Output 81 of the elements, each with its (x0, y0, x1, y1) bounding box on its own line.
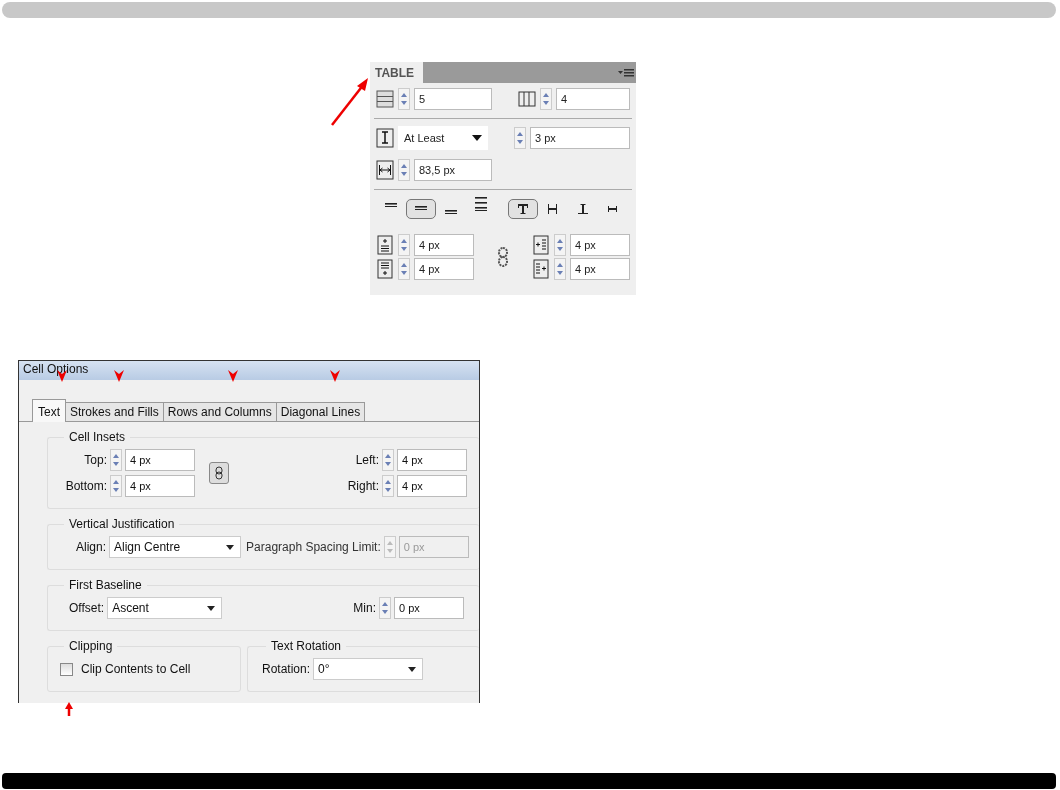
link-icon[interactable] (496, 247, 510, 267)
align-dropdown[interactable]: Align Centre (109, 536, 242, 558)
annotation-arrow (228, 370, 238, 382)
align-icon (385, 202, 397, 208)
spin-button[interactable] (514, 127, 526, 149)
spin-button[interactable] (554, 234, 566, 256)
number-field[interactable]: 3 px (530, 127, 630, 149)
columns-icon (518, 89, 536, 109)
group-title: Clipping (68, 639, 114, 653)
row-height-icon (376, 128, 394, 148)
number-field[interactable]: 4 px (414, 234, 474, 256)
caret-icon (408, 666, 417, 672)
spin-button[interactable] (540, 88, 552, 110)
offset-dropdown[interactable]: Ascent (107, 597, 223, 619)
right-inset-icon (532, 259, 550, 279)
spin-button[interactable] (382, 449, 394, 471)
spin-button[interactable] (398, 234, 410, 256)
left-inset-icon (532, 235, 550, 255)
align-icon (475, 196, 487, 212)
spin-button[interactable] (398, 159, 410, 181)
align-icon (445, 209, 457, 215)
top-inset-icon (376, 235, 394, 255)
rows-icon (376, 89, 394, 109)
panel-tab[interactable]: TABLE (370, 62, 423, 83)
field-label: Align: (76, 540, 107, 554)
spin-button[interactable] (382, 475, 394, 497)
align-icon (415, 205, 427, 211)
spin-button[interactable] (398, 258, 410, 280)
tab[interactable]: Strokes and Fills (65, 402, 164, 421)
group-title: Vertical Justification (68, 517, 176, 531)
rotation-dropdown[interactable]: 0° (313, 658, 424, 680)
field-label: Left: (355, 453, 379, 467)
number-field[interactable]: 4 px (397, 449, 467, 471)
dialog-title: Cell Options (19, 361, 479, 380)
spin-button[interactable] (554, 258, 566, 280)
menu-icon[interactable] (618, 67, 634, 78)
number-field[interactable]: 4 px (125, 475, 195, 497)
annotation-arrow (114, 370, 124, 382)
field-label: Right: (347, 479, 379, 493)
link-button[interactable] (209, 462, 229, 484)
tab[interactable]: Diagonal Lines (275, 402, 366, 421)
group-title: First Baseline (68, 578, 143, 592)
vertical-align-button[interactable] (406, 199, 436, 219)
spin-button[interactable] (398, 88, 410, 110)
number-field[interactable]: 83,5 px (414, 159, 492, 181)
spin-button[interactable] (110, 475, 122, 497)
number-field[interactable]: 4 px (570, 258, 630, 280)
checkbox[interactable] (60, 662, 73, 676)
group-title: Text Rotation (270, 639, 343, 653)
number-field[interactable]: 5 (414, 88, 492, 110)
link-icon (215, 466, 223, 480)
caret-icon (226, 544, 235, 550)
spin-button[interactable] (110, 449, 122, 471)
field-label: Offset: (69, 601, 105, 615)
rotation-icon (575, 201, 591, 217)
annotation-arrow (330, 370, 340, 382)
tab[interactable]: Text (32, 399, 66, 422)
field-label: Min: (353, 601, 376, 615)
bottom-inset-icon (376, 259, 394, 279)
annotation-arrow (65, 702, 73, 716)
number-field[interactable]: 4 (556, 88, 630, 110)
rotation-icon (515, 201, 531, 217)
spin-button[interactable] (379, 597, 391, 619)
row-height-dropdown[interactable]: At Least (398, 126, 488, 150)
field-label: Top: (84, 453, 107, 467)
caret-icon (472, 135, 482, 141)
tab[interactable]: Rows and Columns (162, 402, 277, 421)
number-field[interactable]: 4 px (397, 475, 467, 497)
text-rotation-button[interactable] (508, 199, 538, 219)
checkbox-label: Clip Contents to Cell (81, 662, 191, 676)
number-field[interactable]: 4 px (570, 234, 630, 256)
caret-icon (207, 605, 216, 611)
annotation-arrow (331, 78, 368, 126)
column-width-icon (376, 160, 394, 180)
number-field[interactable]: 4 px (414, 258, 474, 280)
group-title: Cell Insets (68, 430, 127, 444)
number-field[interactable]: 4 px (125, 449, 195, 471)
field-label: Bottom: (65, 479, 107, 493)
number-field[interactable]: 0 px (394, 597, 464, 619)
field-label: Rotation: (262, 662, 311, 676)
field-label: Paragraph Spacing Limit: (246, 540, 381, 554)
